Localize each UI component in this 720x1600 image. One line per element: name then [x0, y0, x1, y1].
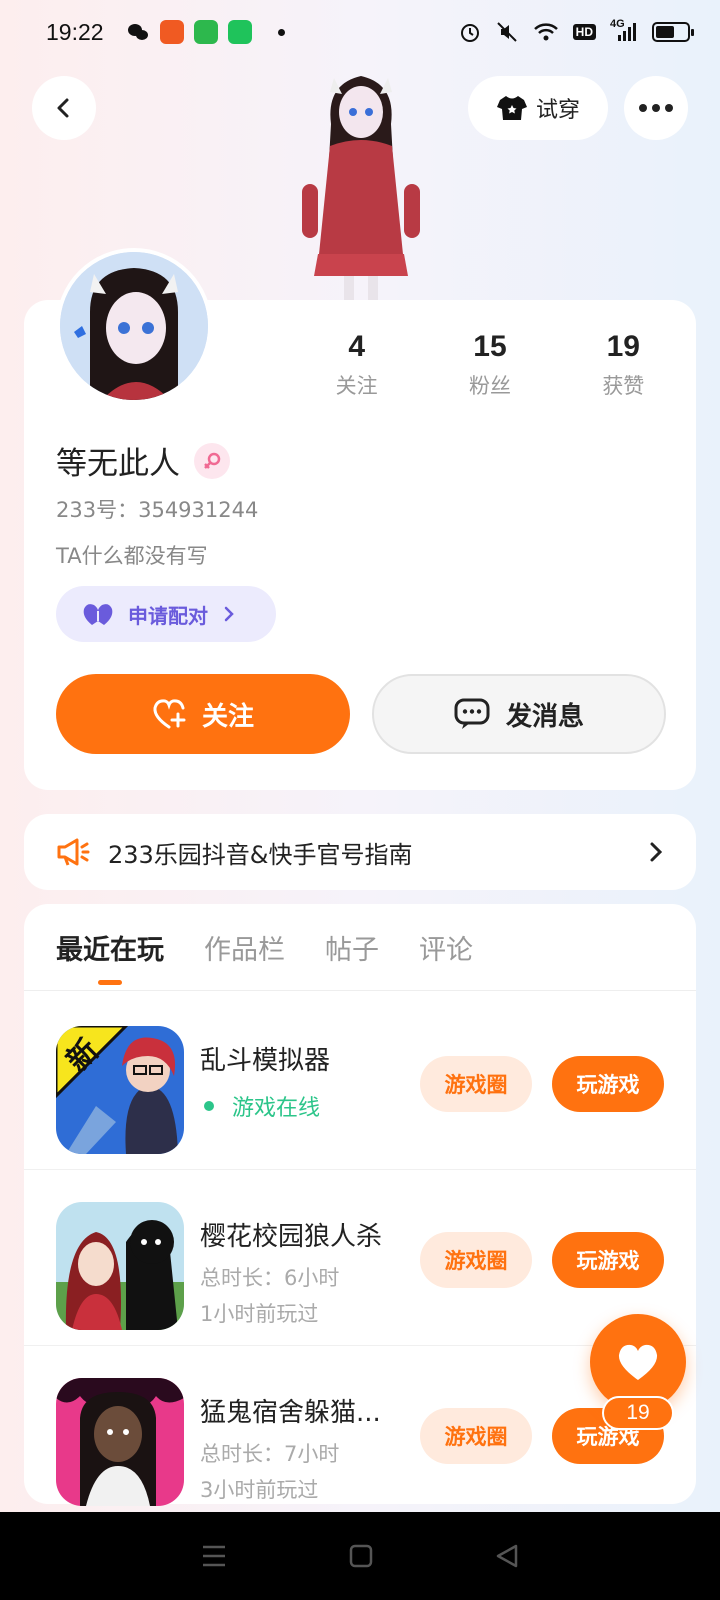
chevron-right-icon [650, 842, 663, 862]
menu-icon[interactable] [200, 1543, 228, 1569]
game-online-label: 游戏在线 [232, 1096, 321, 1121]
home-icon[interactable] [348, 1543, 374, 1569]
user-bio: TA什么都没有写 [56, 544, 208, 568]
game-play-duration: 总时长：6小时 [200, 1266, 340, 1290]
try-on-button[interactable]: 试穿 [468, 76, 608, 140]
tshirt-icon [496, 96, 527, 120]
content-tabs: 最近在玩 作品栏 帖子 评论 [56, 928, 473, 985]
stat-fans[interactable]: 15 粉丝 [423, 330, 556, 400]
heart-pair-icon [83, 604, 113, 625]
online-dot-icon [204, 1101, 214, 1111]
mute-icon [495, 20, 519, 44]
tab-works[interactable]: 作品栏 [204, 928, 285, 985]
notice-banner[interactable]: 233乐园抖音&快手官号指南 [24, 814, 696, 890]
stat-value: 19 [606, 330, 640, 363]
game-play-duration: 总时长：7小时 [200, 1442, 340, 1466]
tab-recently-played[interactable]: 最近在玩 [56, 928, 164, 985]
play-game-button[interactable]: 玩游戏 [552, 1056, 664, 1112]
game-circle-button[interactable]: 游戏圈 [420, 1232, 532, 1288]
status-time: 19:22 [46, 18, 104, 45]
user-id-value: 354931244 [138, 498, 259, 522]
notice-text: 233乐园抖音&快手官号指南 [108, 840, 413, 869]
more-dots-icon [639, 104, 647, 112]
apply-pair-label: 申请配对 [128, 603, 208, 628]
hd-badge: HD [572, 24, 596, 40]
follow-button[interactable]: 关注 [56, 674, 350, 754]
wifi-icon [533, 20, 559, 44]
profile-stats: 4 关注 15 粉丝 19 获赞 [290, 330, 690, 400]
wechat-icon [126, 20, 150, 44]
send-message-label: 发消息 [505, 701, 584, 732]
game-icon [56, 1378, 184, 1506]
games-card: 最近在玩 作品栏 帖子 评论 新 乱斗模拟器 游戏在线 游戏圈 玩游戏 樱花校园… [24, 904, 696, 1506]
play-game-button[interactable]: 玩游戏 [552, 1232, 664, 1288]
app-notification-icon [159, 20, 184, 44]
avatar-image [60, 252, 208, 400]
user-id-label: 233号： [56, 498, 139, 522]
stat-label: 获赞 [602, 374, 645, 398]
back-nav-icon[interactable] [494, 1543, 520, 1569]
signal-icon: 4G [610, 18, 638, 44]
battery-icon [652, 22, 694, 42]
chevron-right-icon [224, 606, 234, 622]
game-online-status: 游戏在线 [200, 1090, 320, 1122]
back-button[interactable] [32, 76, 96, 140]
game-row[interactable]: 新 乱斗模拟器 游戏在线 游戏圈 玩游戏 [24, 994, 696, 1170]
chat-bubble-icon [454, 698, 490, 729]
alarm-icon [459, 20, 481, 44]
stat-likes[interactable]: 19 获赞 [557, 330, 690, 400]
female-icon [194, 442, 230, 479]
user-id: 233号：354931244 [56, 494, 258, 524]
battery-fill [656, 26, 674, 38]
stat-value: 15 [473, 330, 507, 363]
username: 等无此人 [56, 446, 180, 482]
stat-label: 关注 [335, 374, 378, 398]
iqiyi-icon [227, 20, 252, 44]
network-label: 4G [610, 18, 625, 30]
game-name: 樱花校园狼人杀 [200, 1222, 383, 1252]
like-count-badge: 19 [602, 1396, 674, 1430]
avatar[interactable] [56, 248, 212, 404]
stat-following[interactable]: 4 关注 [290, 330, 423, 400]
stat-value: 4 [348, 330, 365, 363]
tab-comments[interactable]: 评论 [419, 928, 473, 985]
game-circle-button[interactable]: 游戏圈 [420, 1056, 532, 1112]
tab-posts[interactable]: 帖子 [325, 928, 379, 985]
game-last-played: 1小时前玩过 [200, 1302, 319, 1326]
try-on-label: 试穿 [535, 98, 580, 123]
megaphone-icon [57, 838, 90, 866]
status-bar: 19:22 HD 4G [0, 0, 720, 64]
game-name: 猛鬼宿舍躲猫... [200, 1398, 381, 1428]
game-icon [56, 1202, 184, 1330]
divider [24, 990, 696, 991]
send-message-button[interactable]: 发消息 [372, 674, 666, 754]
heart-plus-icon [153, 699, 186, 729]
follow-label: 关注 [201, 701, 254, 732]
game-circle-button[interactable]: 游戏圈 [420, 1408, 532, 1464]
username-row: 等无此人 [56, 438, 230, 483]
notification-dot [277, 28, 285, 36]
chevron-left-icon [57, 98, 69, 118]
more-button[interactable] [624, 76, 688, 140]
heart-icon [618, 1344, 658, 1380]
stat-label: 粉丝 [468, 374, 511, 398]
avatar-3d-figure [302, 76, 420, 302]
game-last-played: 3小时前玩过 [200, 1478, 319, 1502]
system-nav-bar [0, 1512, 720, 1600]
game-icon: 新 [56, 1026, 184, 1154]
game-row[interactable]: 樱花校园狼人杀 总时长：6小时 1小时前玩过 游戏圈 玩游戏 [24, 1170, 696, 1346]
game-name: 乱斗模拟器 [200, 1046, 331, 1076]
apply-pair-button[interactable]: 申请配对 [56, 586, 276, 642]
message-app-icon [193, 20, 218, 44]
